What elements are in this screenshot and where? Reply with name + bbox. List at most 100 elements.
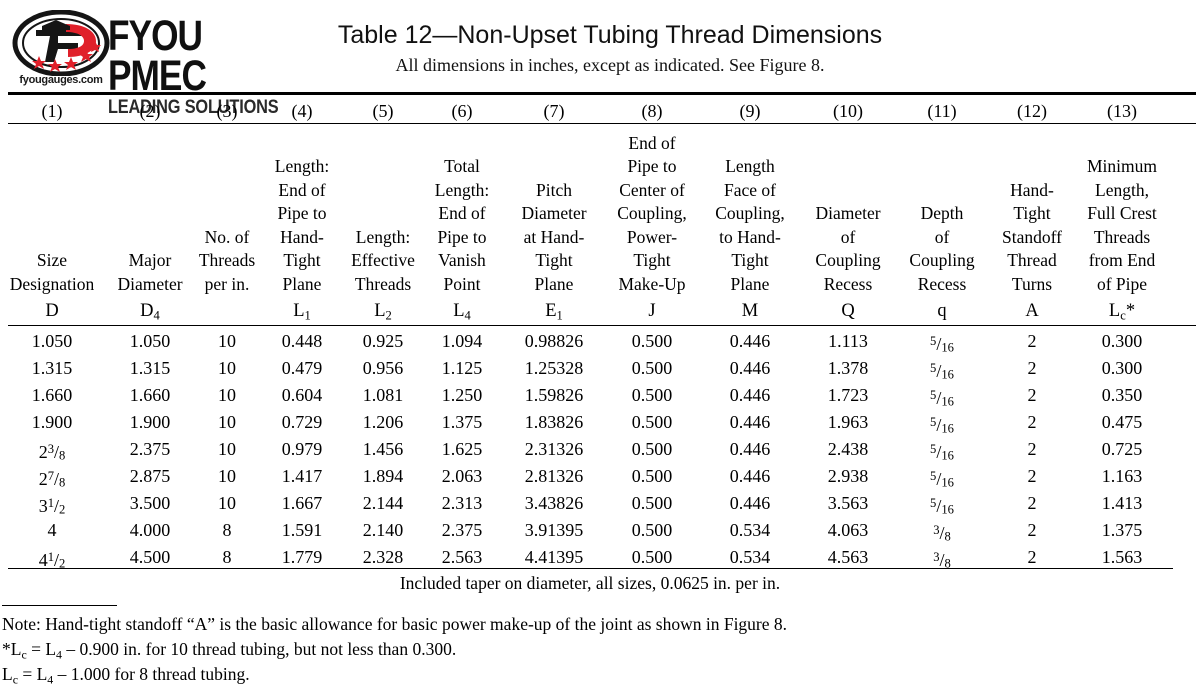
- column-header-label: Length: Effective Threads: [351, 226, 415, 294]
- column-number-1: (1): [41, 101, 63, 121]
- table-cell-l4: 1.625: [441, 439, 483, 459]
- column-header-8: End of Pipe to Center of Coupling, Power- Tig…: [600, 132, 704, 324]
- table-cell-a: 2: [1027, 520, 1037, 540]
- table-cell-e1: 1.83826: [524, 412, 584, 432]
- table-cell-e1: 3.91395: [524, 520, 584, 540]
- column-header-symbol: [184, 296, 270, 323]
- table-cell-e1: 1.59826: [524, 385, 584, 405]
- table-cell-threads: 10: [218, 412, 236, 432]
- column-header-label: Pitch Diameter at Hand- Tight Plane: [521, 179, 587, 294]
- table-cell-l4: 2.375: [441, 520, 483, 540]
- column-header-5: Length: Effective Threads L2: [336, 226, 430, 324]
- table-row: 4 4.000 8 1.591 2.140 2.375 3.91395 0.500 0.534 4…: [0, 517, 1204, 544]
- table-cell-e1: 0.98826: [524, 331, 584, 351]
- column-header-symbol: A: [1025, 301, 1039, 321]
- table-cell-e1: 2.81326: [524, 466, 584, 486]
- table-cell-l1: 1.417: [281, 466, 323, 486]
- table-cell-j: 0.500: [631, 358, 673, 378]
- table-cell-m: 0.534: [729, 520, 771, 540]
- table-cell-a: 2: [1027, 331, 1037, 351]
- column-header-label: Size Designation: [9, 250, 95, 294]
- table-cell-lc: 0.475: [1101, 412, 1143, 432]
- table-cell-lc: 0.300: [1101, 331, 1143, 351]
- column-number-5: (5): [372, 101, 394, 121]
- table-cell-size: 1.315: [31, 358, 73, 378]
- table-cell-threads: 10: [218, 466, 236, 486]
- footnotes: Note: Hand-tight standoff “A” is the bas…: [2, 612, 1192, 687]
- table-row: 1.900 1.900 10 0.729 1.206 1.375 1.83826 0.500 0…: [0, 409, 1204, 436]
- table-row: 41/2 4.500 8 1.779 2.328 2.563 4.41395 0.500 0.5…: [0, 544, 1204, 571]
- column-header-label: Length Face of Coupling, to Hand- Tight Plane: [715, 156, 785, 294]
- column-header-symbol: Q: [841, 301, 855, 321]
- column-header-label: Minimum Length, Full Crest Threads from End o…: [1086, 156, 1157, 294]
- table-cell-l2: 1.456: [362, 439, 404, 459]
- table-cell-m: 0.446: [729, 439, 771, 459]
- table-cell-size: 1.660: [31, 385, 73, 405]
- table-cell-l4: 1.250: [441, 385, 483, 405]
- table-row: 1.315 1.315 10 0.479 0.956 1.125 1.25328 0.500 0…: [0, 355, 1204, 382]
- table-cell-l2: 1.081: [362, 385, 404, 405]
- table-cell-size: 4: [47, 520, 57, 540]
- table-cell-m: 0.446: [729, 385, 771, 405]
- table-cell-q_cap: 2.438: [827, 439, 869, 459]
- table-cell-lc: 0.725: [1101, 439, 1143, 459]
- column-header-6: Total Length: End of Pipe to Vanish Point L4: [418, 155, 506, 323]
- table-cell-j: 0.500: [631, 385, 673, 405]
- column-header-12: Hand- Tight Standoff Thread Turns A: [984, 179, 1080, 324]
- table-cell-q_cap: 3.563: [827, 493, 869, 513]
- table-cell-m: 0.534: [729, 547, 771, 567]
- table-cell-m: 0.446: [729, 412, 771, 432]
- column-header-symbol: J: [648, 301, 656, 321]
- table-cell-q_cap: 1.378: [827, 358, 869, 378]
- footnote-line: Lc = L4 – 1.000 for 8 thread tubing.: [2, 664, 250, 687]
- table-cell-a: 2: [1027, 439, 1037, 459]
- table-cell-j: 0.500: [631, 547, 673, 567]
- column-header-row: Size Designation D Major Diameter D4 No. of Thr…: [0, 126, 1204, 323]
- footnote-line: *Lc = L4 – 0.900 in. for 10 thread tubin…: [2, 639, 457, 662]
- table-cell-m: 0.446: [729, 358, 771, 378]
- column-header-label: Length: End of Pipe to Hand- Tight Plane: [274, 156, 330, 294]
- table-cell-lc: 1.163: [1101, 466, 1143, 486]
- column-header-3: No. of Threads per in.: [184, 226, 270, 324]
- table-cell-threads: 10: [218, 358, 236, 378]
- table-cell-l1: 1.779: [281, 547, 323, 567]
- table-cell-j: 0.500: [631, 412, 673, 432]
- table-cell-l1: 0.979: [281, 439, 323, 459]
- column-number-10: (10): [833, 101, 863, 121]
- table-cell-e1: 3.43826: [524, 493, 584, 513]
- table-cell-a: 2: [1027, 385, 1037, 405]
- table-cell-l4: 2.313: [441, 493, 483, 513]
- taper-note: Included taper on diameter, all sizes, 0…: [399, 573, 781, 593]
- table-cell-q_cap: 2.938: [827, 466, 869, 486]
- table-cell-j: 0.500: [631, 493, 673, 513]
- column-header-symbol: D: [45, 301, 59, 321]
- table-cell-lc: 1.413: [1101, 493, 1143, 513]
- column-header-symbol: Lc*: [1108, 301, 1136, 323]
- table-cell-q_cap: 1.723: [827, 385, 869, 405]
- column-number-4: (4): [291, 101, 313, 121]
- column-header-label: Hand- Tight Standoff Thread Turns: [1002, 179, 1062, 294]
- table-row: 1.050 1.050 10 0.448 0.925 1.094 0.98826 0.500 0…: [0, 328, 1204, 355]
- column-header-symbol: M: [741, 301, 759, 321]
- column-header-symbol: L4: [453, 301, 471, 323]
- table-cell-threads: 10: [218, 439, 236, 459]
- table-cell-l2: 0.925: [362, 331, 404, 351]
- table-cell-q_cap: 1.963: [827, 412, 869, 432]
- table-cell-size: 1.900: [31, 412, 73, 432]
- table-cell-threads: 10: [218, 331, 236, 351]
- column-number-12: (12): [1017, 101, 1047, 121]
- column-header-symbol: q: [937, 301, 947, 321]
- column-header-label: End of Pipe to Center of Coupling, Power- Tig…: [617, 132, 687, 294]
- table-cell-l2: 2.144: [362, 493, 404, 513]
- table-cell-l1: 1.591: [281, 520, 323, 540]
- column-header-label: Diameter of Coupling Recess: [815, 203, 881, 294]
- table-cell-threads: 8: [222, 547, 232, 567]
- table-cell-q_cap: 4.063: [827, 520, 869, 540]
- table-cell-l2: 2.328: [362, 547, 404, 567]
- table-cell-a: 2: [1027, 466, 1037, 486]
- table-cell-j: 0.500: [631, 331, 673, 351]
- column-header-label: Total Length: End of Pipe to Vanish Point: [434, 156, 490, 294]
- column-header-symbol: L1: [293, 301, 311, 323]
- column-number-8: (8): [641, 101, 663, 121]
- table-row: 23/8 2.375 10 0.979 1.456 1.625 2.31326 0.500 0.…: [0, 436, 1204, 463]
